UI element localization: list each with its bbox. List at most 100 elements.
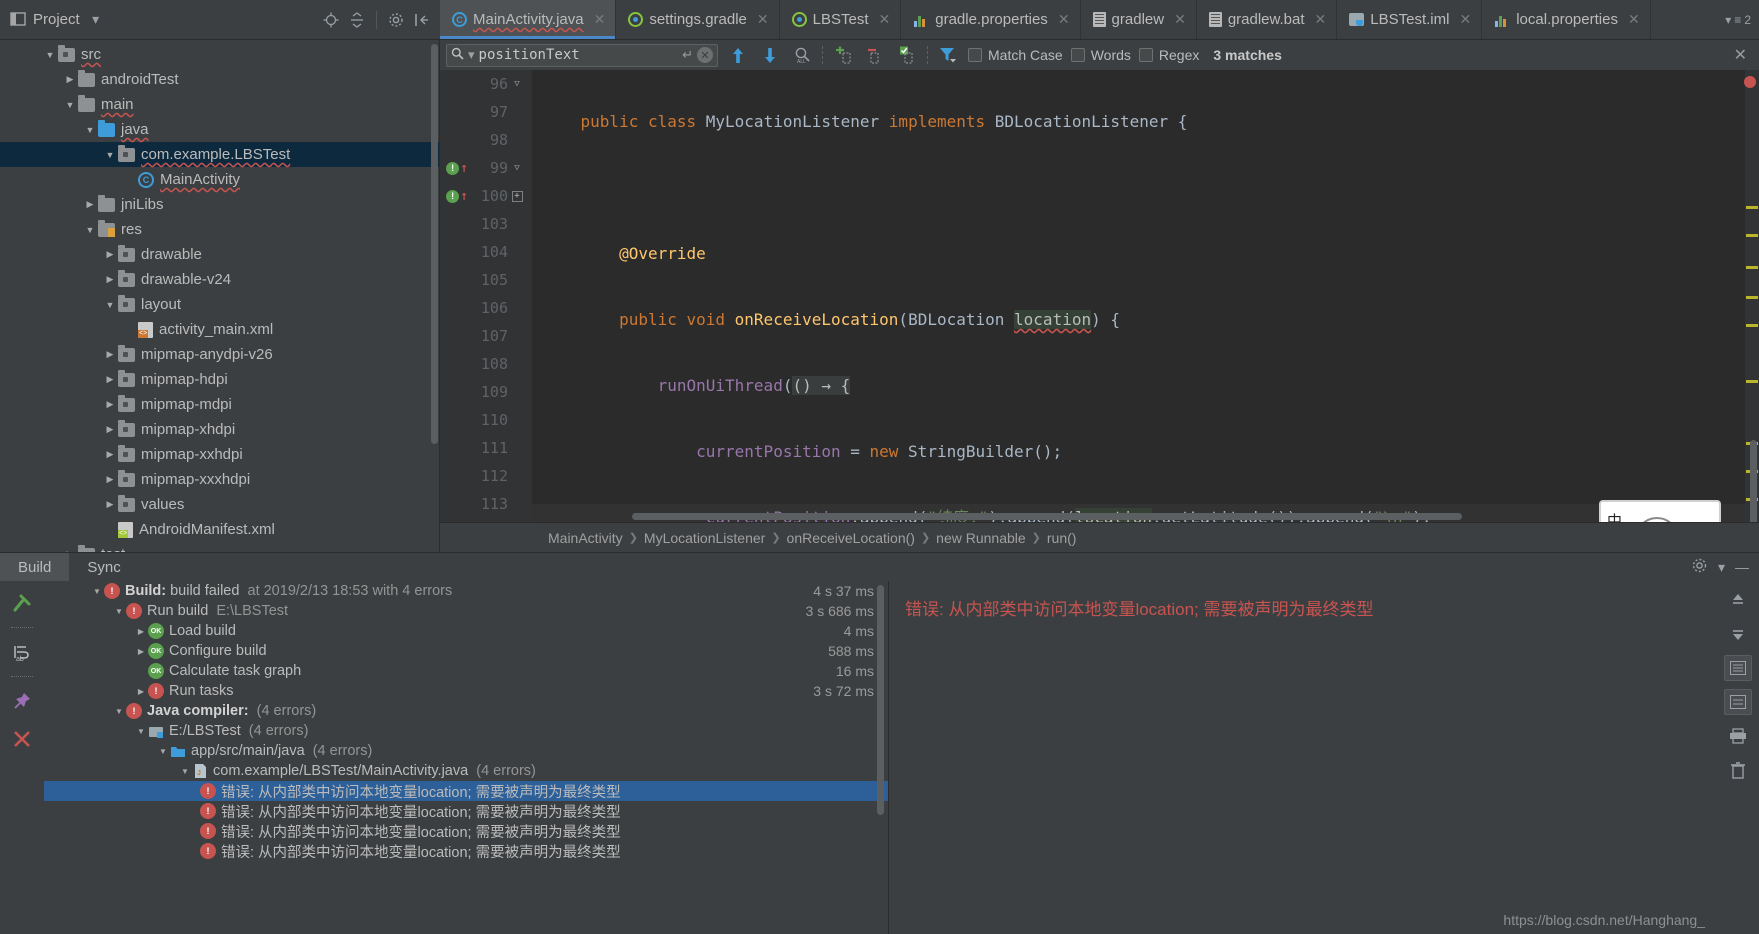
pin-tab-icon[interactable]: [8, 687, 36, 715]
override-arrow-icon[interactable]: ↑: [460, 162, 468, 175]
toggle-soft-wrap-icon[interactable]: ab: [8, 638, 36, 666]
build-row-error-2[interactable]: ! 错误: 从内部类中访问本地变量location; 需要被声明为最终类型: [44, 801, 888, 821]
tab-build[interactable]: Build: [0, 553, 70, 581]
editor-horizontal-scrollbar[interactable]: [632, 513, 1462, 520]
tree-item-src[interactable]: ▼ src: [0, 42, 439, 67]
collapse-all-icon[interactable]: [347, 10, 367, 30]
find-next-button[interactable]: [758, 43, 782, 67]
search-input[interactable]: positionText: [479, 47, 679, 63]
tab-close-icon[interactable]: ✕: [1315, 11, 1327, 28]
hide-panel-icon[interactable]: [412, 10, 432, 30]
build-row-module-path[interactable]: ▼ E:/LBSTest (4 errors): [44, 721, 888, 741]
error-status-badge[interactable]: [1744, 76, 1756, 88]
build-row-load-build[interactable]: ▶ OK Load build 4 ms: [44, 621, 888, 641]
breadcrumb-item-mylocationlistener[interactable]: MyLocationListener: [644, 530, 765, 546]
intention-bulb-icon[interactable]: !: [446, 161, 460, 175]
tab-close-icon[interactable]: ✕: [594, 11, 606, 28]
tree-item-values[interactable]: ▶ values: [0, 492, 439, 517]
breadcrumb-item-onreceivelocation[interactable]: onReceiveLocation(): [787, 530, 915, 546]
chevron-right-icon[interactable]: ▶: [102, 474, 118, 485]
chevron-down-icon[interactable]: ▼: [82, 125, 98, 135]
chevron-right-icon[interactable]: ▶: [62, 74, 78, 85]
scroll-down-icon[interactable]: [1724, 621, 1752, 647]
match-case-checkbox[interactable]: Match Case: [968, 47, 1063, 63]
chevron-down-icon[interactable]: ▼: [62, 100, 78, 110]
chevron-down-icon[interactable]: ▾: [86, 10, 106, 30]
chevron-right-icon[interactable]: ▶: [134, 687, 148, 696]
breadcrumb-item-mainactivity[interactable]: MainActivity: [548, 530, 623, 546]
breadcrumb[interactable]: MainActivity ❯ MyLocationListener ❯ onRe…: [440, 522, 1759, 552]
build-row-java-file[interactable]: ▼ J com.example/LBSTest/MainActivity.jav…: [44, 761, 888, 781]
project-view-icon[interactable]: [10, 12, 27, 27]
tree-item-layout[interactable]: ▼ layout: [0, 292, 439, 317]
tab-close-icon[interactable]: ✕: [879, 11, 891, 28]
editor-tab-gradlew-bat[interactable]: gradlew.bat ✕: [1196, 0, 1338, 39]
chevron-down-icon[interactable]: ▼: [82, 225, 98, 235]
tree-item-mipmap-mdpi[interactable]: ▶ mipmap-mdpi: [0, 392, 439, 417]
editor-tab-gradlew[interactable]: gradlew ✕: [1080, 0, 1197, 39]
delete-icon[interactable]: [1724, 757, 1752, 783]
build-row-error-4[interactable]: ! 错误: 从内部类中访问本地变量location; 需要被声明为最终类型: [44, 841, 888, 861]
build-tree-scrollbar[interactable]: [877, 585, 884, 815]
chevron-right-icon[interactable]: ▶: [102, 349, 118, 360]
close-find-bar-icon[interactable]: ✕: [1734, 45, 1753, 65]
chevron-right-icon[interactable]: ▶: [134, 627, 148, 636]
tree-item-mipmap-xxxhdpi[interactable]: ▶ mipmap-xxxhdpi: [0, 467, 439, 492]
tree-scrollbar-thumb[interactable]: [431, 44, 438, 444]
build-output-tree[interactable]: ▼ ! Build: build failed at 2019/2/13 18:…: [44, 581, 889, 934]
chevron-right-icon[interactable]: ▶: [102, 424, 118, 435]
editor-tab-gradle-properties[interactable]: gradle.properties ✕: [901, 0, 1081, 39]
scroll-up-icon[interactable]: [1724, 587, 1752, 613]
build-row-run-tasks[interactable]: ▶ ! Run tasks 3 s 72 ms: [44, 681, 888, 701]
remove-selection-button[interactable]: [863, 43, 887, 67]
chevron-down-icon[interactable]: ▼: [102, 150, 118, 160]
breadcrumb-item-new-runnable[interactable]: new Runnable: [936, 530, 1026, 546]
editor-tab-lbstest-iml[interactable]: LBSTest.iml ✕: [1337, 0, 1483, 39]
tab-sync[interactable]: Sync: [69, 553, 138, 581]
expand-all-icon[interactable]: [1724, 655, 1752, 681]
chevron-down-icon[interactable]: ▼: [90, 587, 104, 596]
editor-gutter[interactable]: 96 ▽ 97 98 ! ↑ 99 ▽ ! ↑ 100 + 103 104 105 106 1…: [440, 70, 532, 522]
chevron-right-icon[interactable]: ▶: [102, 374, 118, 385]
tree-item-mipmap-anydpi-v26[interactable]: ▶ mipmap-anydpi-v26: [0, 342, 439, 367]
chevron-down-icon[interactable]: ▼: [112, 607, 126, 616]
chevron-down-icon[interactable]: ▼: [178, 767, 192, 776]
tree-item-activity-main-xml[interactable]: ▶ activity_main.xml: [0, 317, 439, 342]
close-panel-icon[interactable]: [8, 725, 36, 753]
select-all-occurrences-button[interactable]: [895, 43, 919, 67]
build-hammer-icon[interactable]: [8, 589, 36, 617]
build-row-build-failed[interactable]: ▼ ! Build: build failed at 2019/2/13 18:…: [44, 581, 888, 601]
code-editor[interactable]: 96 ▽ 97 98 ! ↑ 99 ▽ ! ↑ 100 + 103 104 105 106 1…: [440, 70, 1759, 522]
tab-close-icon[interactable]: ✕: [1628, 11, 1640, 28]
chevron-down-icon[interactable]: ▼: [156, 747, 170, 756]
chevron-right-icon[interactable]: ▶: [82, 199, 98, 210]
collapse-all-icon[interactable]: [1724, 689, 1752, 715]
find-previous-button[interactable]: [726, 43, 750, 67]
chevron-right-icon[interactable]: ▶: [102, 274, 118, 285]
chevron-right-icon[interactable]: ▶: [102, 399, 118, 410]
build-row-error-3[interactable]: ! 错误: 从内部类中访问本地变量location; 需要被声明为最终类型: [44, 821, 888, 841]
tree-item-package-com-example-lbstest[interactable]: ▼ com.example.LBSTest: [0, 142, 439, 167]
build-row-configure-build[interactable]: ▶ OK Configure build 588 ms: [44, 641, 888, 661]
tree-item-mipmap-xxhdpi[interactable]: ▶ mipmap-xxhdpi: [0, 442, 439, 467]
tab-overflow-control[interactable]: ▾ ≡ 2: [1717, 0, 1759, 39]
intention-bulb-icon[interactable]: !: [446, 189, 460, 203]
tree-item-main[interactable]: ▼ main: [0, 92, 439, 117]
editor-tab-mainactivity[interactable]: C MainActivity.java ✕: [440, 0, 617, 39]
words-checkbox[interactable]: Words: [1070, 47, 1131, 63]
editor-tab-local-properties[interactable]: local.properties ✕: [1482, 0, 1651, 39]
fold-collapse-icon[interactable]: ▽: [514, 163, 519, 173]
tab-close-icon[interactable]: ✕: [1058, 11, 1070, 28]
tree-item-androidtest[interactable]: ▶ androidTest: [0, 67, 439, 92]
filter-icon[interactable]: [936, 43, 960, 67]
tree-item-java[interactable]: ▼ java: [0, 117, 439, 142]
tree-item-test[interactable]: ▶ test: [0, 542, 439, 552]
chevron-right-icon[interactable]: ▶: [134, 647, 148, 656]
fold-collapse-icon[interactable]: ▽: [514, 79, 519, 89]
add-selection-button[interactable]: [831, 43, 855, 67]
chevron-right-icon[interactable]: ▶: [102, 499, 118, 510]
build-row-error-1[interactable]: ! 错误: 从内部类中访问本地变量location; 需要被声明为最终类型: [44, 781, 888, 801]
editor-marker-gutter[interactable]: [1744, 70, 1759, 522]
chevron-down-icon[interactable]: ▼: [42, 50, 58, 60]
build-row-source-path[interactable]: ▼ app/src/main/java (4 errors): [44, 741, 888, 761]
